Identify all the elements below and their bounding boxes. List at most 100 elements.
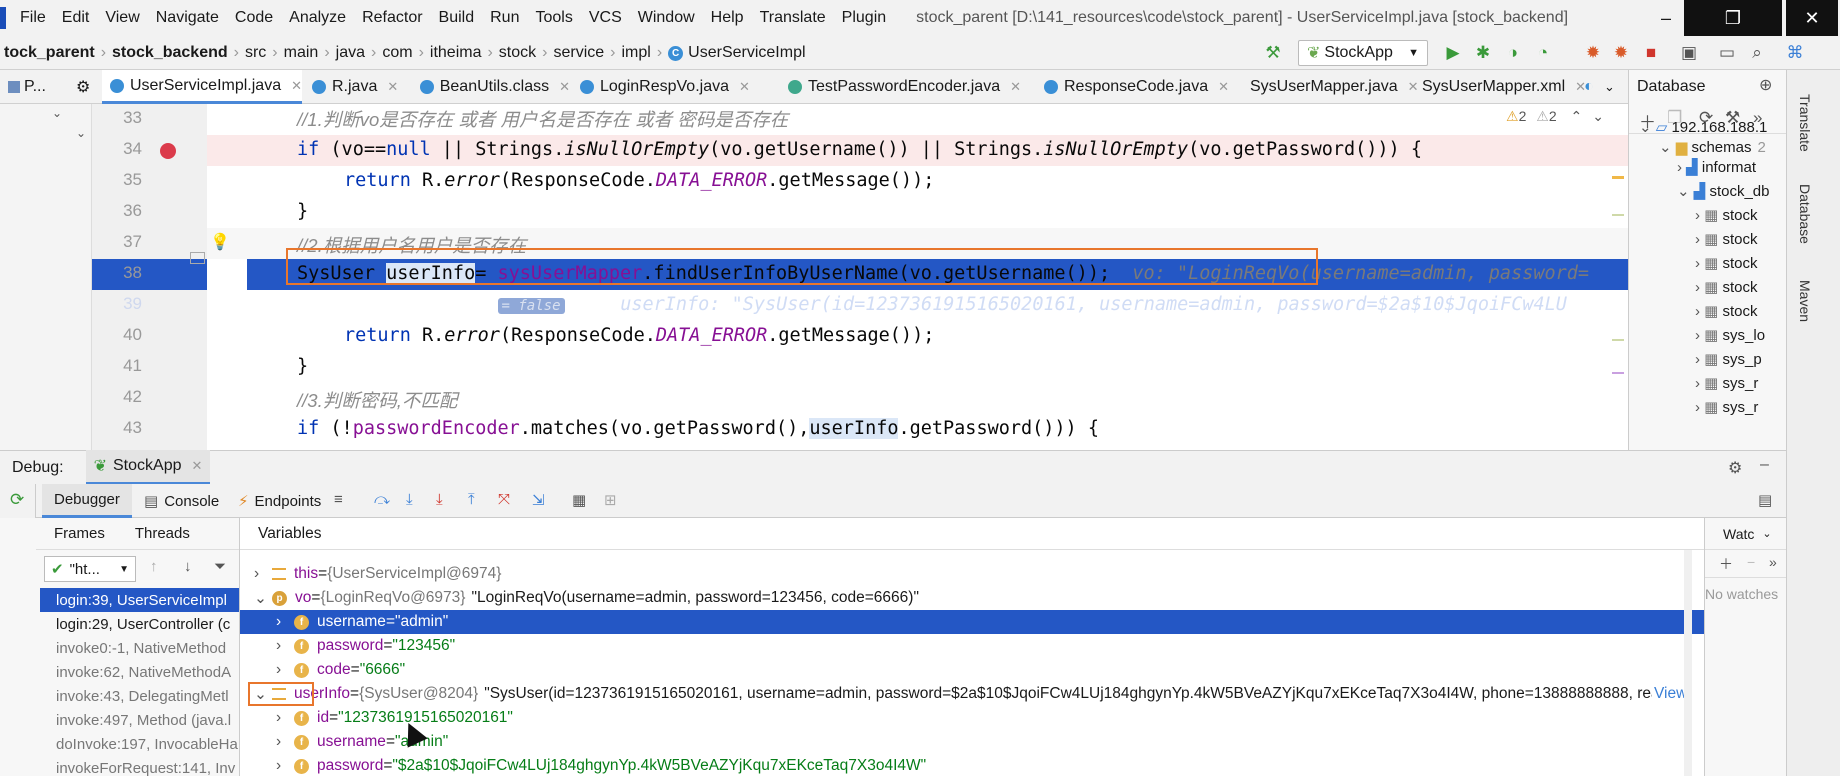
menu-item-code[interactable]: Code (227, 9, 281, 27)
run-to-cursor-icon[interactable]: ⇲ (532, 491, 545, 509)
layout-icon[interactable]: ▭ (1714, 40, 1740, 66)
tree-item[interactable]: › ▦ stock (1695, 230, 1758, 248)
gear-icon[interactable]: ⚙ (72, 70, 100, 104)
tab-sysusermapper-xml[interactable]: SysUserMapper.xml ✕ (1408, 70, 1586, 104)
tab-testpasswordencoder-java[interactable]: TestPasswordEncoder.java ✕ (780, 70, 1034, 104)
tab-beanutils-class[interactable]: BeanUtils.class ✕ (412, 70, 570, 104)
step-into-icon[interactable]: ⤓ (406, 491, 413, 508)
menu-item-build[interactable]: Build (431, 9, 483, 27)
menu-icon[interactable]: ≡ (334, 491, 343, 508)
menu-item-window[interactable]: Window (630, 9, 703, 27)
menu-item-navigate[interactable]: Navigate (148, 9, 227, 27)
tab-endpoints[interactable]: ⚡ Endpoints (238, 484, 321, 518)
stack-frame[interactable]: invoke:43, DelegatingMetl (56, 684, 239, 708)
debug-icon[interactable]: ✱ (1470, 40, 1496, 66)
force-step-into-icon[interactable]: ⤓ (436, 491, 443, 508)
drop-frame-icon[interactable]: ⤧ (498, 491, 510, 508)
filter-icon[interactable]: ⏷ (214, 558, 226, 575)
run-configuration-select[interactable]: ❦ StockApp ▼ (1298, 40, 1428, 66)
stack-frame[interactable]: invokeForRequest:141, Inv (56, 756, 239, 776)
trace-icon[interactable]: ⊞ (604, 491, 617, 509)
tab-debugger[interactable]: Debugger (42, 484, 132, 518)
chevron-right-icon[interactable]: › (276, 757, 294, 775)
close-icon[interactable]: ✕ (191, 458, 202, 474)
remove-watch-icon[interactable]: − (1747, 554, 1755, 570)
arrow-down-icon[interactable]: ↓ (184, 558, 192, 575)
tree-item[interactable]: › ▦ stock (1695, 206, 1758, 224)
menu-item-analyze[interactable]: Analyze (281, 9, 354, 27)
breadcrumb-item[interactable]: itheima (426, 44, 486, 62)
breadcrumb-item[interactable]: stock (495, 44, 540, 62)
tree-item[interactable]: › ▦ stock (1695, 278, 1758, 296)
breadcrumb-item[interactable]: stock_backend (108, 44, 232, 62)
breadcrumb-item[interactable]: tock_parent (0, 44, 99, 62)
variable-row[interactable]: ⌄ p vo = {LoginReqVo@6973} "LoginReqVo(user… (240, 586, 1704, 610)
tree-item[interactable]: › ▦ stock (1695, 254, 1758, 272)
variable-row[interactable]: › f password = "$2a$10$JqoiFCw4LUj184ghgyn… (240, 754, 1704, 776)
fold-marker-icon[interactable] (190, 252, 205, 264)
search-icon[interactable]: ⌕ (1744, 40, 1770, 66)
evaluate-icon[interactable]: ▦ (572, 491, 586, 509)
variable-row[interactable]: › f username = "admin" (240, 730, 1704, 754)
stack-frame[interactable]: invoke:497, Method (java.l (56, 708, 239, 732)
close-icon[interactable]: ✕ (387, 79, 398, 95)
close-icon[interactable]: ✕ (559, 79, 570, 95)
chevron-down-icon[interactable]: ⌄ (1762, 527, 1771, 540)
project-structure-icon[interactable]: ▣ (1676, 40, 1702, 66)
tab-loginrespvo-java[interactable]: LoginRespVo.java ✕ (572, 70, 778, 104)
step-out-icon[interactable]: ⤒ (468, 491, 475, 508)
hide-icon[interactable]: – (1760, 456, 1769, 474)
stack-frame[interactable]: login:29, UserController (c (56, 612, 239, 636)
breadcrumb-item[interactable]: com (378, 44, 416, 62)
translate-tool[interactable]: Translate (1797, 94, 1813, 152)
close-icon[interactable]: ✕ (291, 78, 302, 94)
breadcrumb-item[interactable]: java (332, 44, 369, 62)
breadcrumb-item[interactable]: main (280, 44, 323, 62)
tab-frames[interactable]: Frames (54, 525, 105, 542)
tree-item[interactable]: › ▦ sys_lo (1695, 326, 1765, 344)
scrollbar[interactable] (1684, 550, 1692, 776)
close-icon[interactable]: ✕ (1010, 79, 1021, 95)
variable-row[interactable]: ⌄ userInfo = {SysUser@8204} "SysUser(id=12… (240, 682, 1704, 706)
tree-item[interactable]: ⌄ ▟ stock_db (1677, 182, 1770, 200)
stack-frame[interactable]: doInvoke:197, InvocableHa (56, 732, 239, 756)
code-editor[interactable]: ⌄ ⌄ 33 34 35 36 37 38 39 40 41 42 43 //1.判断vo是否存在 … (0, 104, 1628, 450)
breadcrumb-item[interactable]: service (549, 44, 608, 62)
variable-row[interactable]: › this = {UserServiceImpl@6974} (240, 562, 1704, 586)
arrow-up-icon[interactable]: ↑ (150, 558, 158, 575)
lightbulb-icon[interactable]: 💡 (210, 232, 230, 252)
variable-row[interactable]: › f id = "1237361915165020161" (240, 706, 1704, 730)
close-icon[interactable]: ✕ (1786, 0, 1838, 36)
menu-item-plugin[interactable]: Plugin (834, 9, 894, 27)
layout-icon[interactable]: ▤ (1758, 491, 1772, 509)
chevron-right-icon[interactable]: › (254, 565, 272, 583)
close-icon[interactable]: ✕ (1218, 79, 1229, 95)
debug-session-tab[interactable]: ❦ StockApp ✕ (85, 450, 211, 485)
chevron-right-icon[interactable]: › (276, 637, 294, 655)
menu-item-view[interactable]: View (97, 9, 147, 27)
menu-item-refactor[interactable]: Refactor (354, 9, 430, 27)
stack-frame[interactable]: invoke0:-1, NativeMethod (56, 636, 239, 660)
tree-item[interactable]: › ▦ sys_r (1695, 398, 1758, 416)
chevron-right-icon[interactable]: › (276, 613, 294, 631)
profile-icon[interactable]: ◔ (1530, 40, 1556, 66)
gear-icon[interactable]: ⚙ (1728, 458, 1742, 478)
menu-item-translate[interactable]: Translate (752, 9, 834, 27)
stop-icon[interactable]: ■ (1638, 40, 1664, 66)
menu-item-tools[interactable]: Tools (527, 9, 580, 27)
view-link[interactable]: View (1652, 685, 1688, 703)
variable-row[interactable]: › f username = "admin" (240, 610, 1704, 634)
thread-select[interactable]: ✔ "ht... ▼ (44, 556, 136, 582)
variable-row[interactable]: › f password = "123456" (240, 634, 1704, 658)
chevron-right-icon[interactable]: › (276, 661, 294, 679)
menu-item-help[interactable]: Help (703, 9, 752, 27)
close-icon[interactable]: ✕ (739, 79, 750, 95)
tab-sysusermapper-java[interactable]: SysUserMapper.java ✕ (1236, 70, 1419, 104)
rerun-icon[interactable]: ✹ (1608, 40, 1634, 66)
menu-item-file[interactable]: File (12, 9, 54, 27)
stack-frame[interactable]: invoke:62, NativeMethodA (56, 660, 239, 684)
settings-icon[interactable]: ⊕ (1759, 75, 1772, 95)
hammer-build-icon[interactable]: ⚒ (1260, 40, 1286, 66)
menu-item-edit[interactable]: Edit (54, 9, 98, 27)
tree-item[interactable]: › ▦ sys_p (1695, 350, 1762, 368)
